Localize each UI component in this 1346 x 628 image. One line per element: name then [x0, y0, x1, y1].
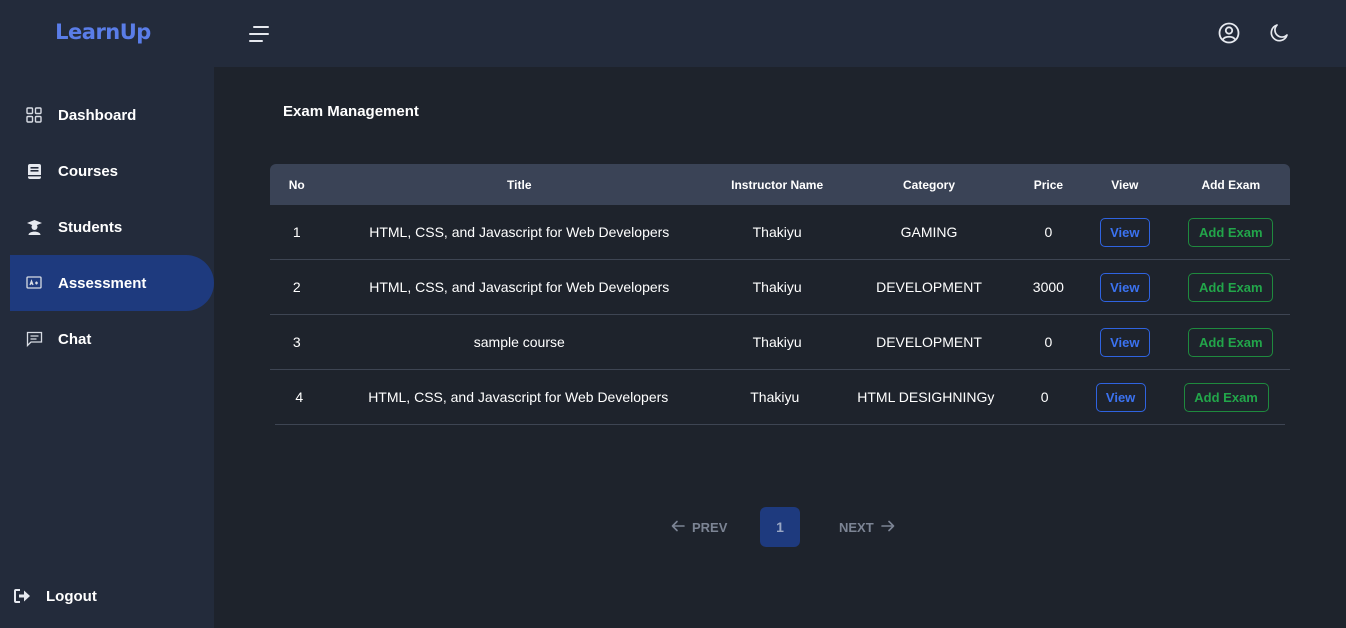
table-row: 1 HTML, CSS, and Javascript for Web Deve… — [270, 205, 1290, 260]
pagination: PREV 1 NEXT — [660, 507, 920, 547]
chat-icon — [25, 330, 43, 348]
user-circle-icon[interactable] — [1217, 21, 1241, 45]
cell-instructor: Thakiyu — [752, 334, 802, 350]
table-row: 3 sample course Thakiyu DEVELOPMENT 0 Vi… — [270, 315, 1290, 370]
sidebar-item-label: Dashboard — [58, 106, 137, 124]
header-no: No — [288, 177, 305, 192]
table-row: 4 HTML, CSS, and Javascript for Web Deve… — [275, 370, 1285, 425]
header-add-exam: Add Exam — [1201, 177, 1261, 192]
sidebar-item-courses[interactable]: Courses — [10, 143, 214, 199]
sidebar-item-chat[interactable]: Chat — [10, 311, 214, 367]
cell-price: 0 — [1040, 389, 1049, 405]
sidebar: LearnUp Dashboard Courses Students Asses… — [0, 0, 214, 628]
table-row: 2 HTML, CSS, and Javascript for Web Deve… — [270, 260, 1290, 315]
logout-icon — [14, 589, 32, 603]
view-button[interactable]: View — [1095, 382, 1146, 412]
sidebar-item-dashboard[interactable]: Dashboard — [10, 87, 214, 143]
prev-page-button[interactable]: PREV — [664, 507, 727, 547]
add-exam-button[interactable]: Add Exam — [1188, 327, 1274, 357]
view-button[interactable]: View — [1099, 217, 1150, 247]
sidebar-item-students[interactable]: Students — [10, 199, 214, 255]
sidebar-item-label: Assessment — [58, 274, 147, 292]
header-title: Title — [507, 177, 532, 192]
courses-table: No Title Instructor Name Category Price … — [270, 164, 1290, 425]
page-title: Exam Management — [283, 103, 419, 120]
menu-icon[interactable] — [248, 24, 270, 44]
top-bar — [214, 0, 1346, 67]
add-exam-button[interactable]: Add Exam — [1183, 382, 1269, 412]
sidebar-item-label: Courses — [58, 162, 119, 180]
cell-instructor: Thakiyu — [752, 224, 802, 240]
view-button[interactable]: View — [1099, 327, 1150, 357]
cell-no: 4 — [295, 389, 304, 405]
header-price: Price — [1033, 177, 1064, 192]
cell-title: HTML, CSS, and Javascript for Web Develo… — [369, 224, 670, 240]
header-instructor: Instructor Name — [731, 177, 824, 192]
cell-category: GAMING — [900, 224, 958, 240]
arrow-left-icon — [664, 520, 692, 535]
header-category: Category — [902, 177, 955, 192]
cell-title: sample course — [473, 334, 565, 350]
view-button[interactable]: View — [1099, 272, 1150, 302]
cell-instructor: Thakiyu — [752, 279, 802, 295]
cell-instructor: Thakiyu — [750, 389, 800, 405]
cell-price: 0 — [1044, 334, 1053, 350]
sidebar-item-label: Students — [58, 218, 123, 236]
cell-title: HTML, CSS, and Javascript for Web Develo… — [369, 279, 670, 295]
moon-icon[interactable] — [1268, 22, 1290, 44]
graduate-icon — [25, 218, 43, 236]
arrow-right-icon — [874, 520, 902, 535]
add-exam-button[interactable]: Add Exam — [1188, 272, 1274, 302]
header-view: View — [1111, 177, 1139, 192]
cell-no: 1 — [292, 224, 301, 240]
assessment-icon — [25, 274, 43, 292]
brand-logo[interactable]: LearnUp — [0, 20, 206, 44]
next-label: NEXT — [839, 519, 874, 535]
add-exam-button[interactable]: Add Exam — [1188, 217, 1274, 247]
cell-price: 3000 — [1032, 279, 1064, 295]
table-header: No Title Instructor Name Category Price … — [270, 164, 1290, 205]
grid-icon — [25, 106, 43, 124]
next-page-button[interactable]: NEXT — [839, 507, 902, 547]
prev-label: PREV — [692, 519, 728, 535]
cell-category: DEVELOPMENT — [876, 279, 982, 295]
cell-no: 2 — [292, 279, 301, 295]
cell-no: 3 — [292, 334, 301, 350]
logout-button[interactable]: Logout — [14, 584, 97, 608]
sidebar-item-label: Chat — [58, 330, 92, 348]
sidebar-item-assessment[interactable]: Assessment — [10, 255, 214, 311]
logout-label: Logout — [46, 587, 97, 605]
cell-category: DEVELOPMENT — [876, 334, 982, 350]
cell-category: HTML DESIGHNINGy — [857, 389, 995, 405]
cell-title: HTML, CSS, and Javascript for Web Develo… — [368, 389, 669, 405]
page-number-button[interactable]: 1 — [760, 507, 800, 547]
cell-price: 0 — [1044, 224, 1053, 240]
book-icon — [25, 162, 43, 180]
